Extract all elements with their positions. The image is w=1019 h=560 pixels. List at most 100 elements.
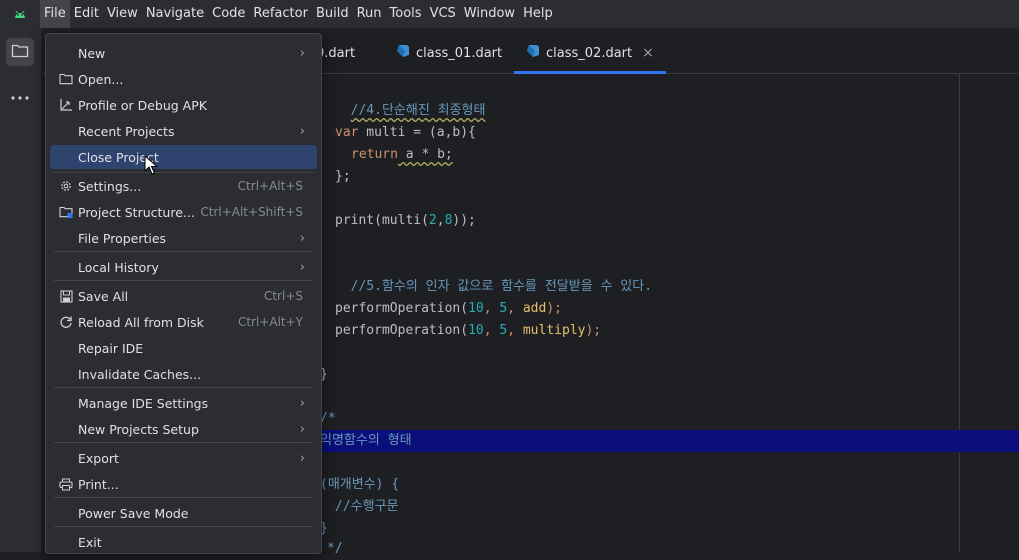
menu-item-label: New bbox=[78, 45, 106, 61]
android-icon[interactable] bbox=[0, 0, 40, 28]
menu-separator bbox=[54, 497, 313, 498]
code-line: var multi = (a,b){ bbox=[335, 122, 476, 144]
code-line: (매개변수) { bbox=[320, 474, 399, 496]
chevron-right-icon: › bbox=[299, 395, 305, 411]
menu-separator bbox=[54, 526, 313, 527]
left-toolbar bbox=[0, 28, 42, 552]
menu-tools[interactable]: Tools bbox=[386, 0, 426, 28]
menu-item-new[interactable]: New › bbox=[50, 41, 317, 65]
comment-text: */ bbox=[327, 541, 343, 556]
mouse-cursor-icon bbox=[144, 154, 159, 179]
menu-item-print[interactable]: Print... bbox=[50, 472, 317, 496]
code-text: performOperation( bbox=[335, 301, 469, 316]
code-line: }; bbox=[335, 166, 351, 188]
menu-item-profile-debug-apk[interactable]: Profile or Debug APK bbox=[50, 93, 317, 117]
menu-window[interactable]: Window bbox=[460, 0, 519, 28]
code-text: )); bbox=[452, 213, 476, 228]
code-text: multi = (a,b){ bbox=[358, 125, 476, 140]
number-literal: 2 bbox=[428, 213, 437, 228]
code-line: //수행구문 bbox=[335, 496, 399, 518]
code-line: performOperation(10, 5, multiply); bbox=[335, 320, 601, 342]
menu-file[interactable]: File bbox=[40, 0, 70, 28]
menu-code[interactable]: Code bbox=[208, 0, 249, 28]
save-icon bbox=[58, 288, 74, 304]
code-text: , bbox=[507, 301, 523, 316]
project-structure-icon bbox=[58, 204, 74, 220]
dart-file-icon bbox=[396, 44, 410, 62]
menu-item-export[interactable]: Export › bbox=[50, 446, 317, 470]
main-menubar: File Edit View Navigate Code Refactor Bu… bbox=[0, 0, 1019, 28]
code-line: return a * b; bbox=[351, 144, 453, 166]
folder-icon bbox=[58, 71, 74, 87]
more-tools-button[interactable] bbox=[6, 80, 34, 108]
folder-icon bbox=[11, 43, 29, 62]
code-text: , bbox=[483, 301, 500, 316]
selected-line-highlight bbox=[320, 430, 1019, 452]
shortcut-label: Ctrl+S bbox=[263, 289, 303, 303]
menu-item-label: Recent Projects bbox=[78, 123, 175, 139]
menu-item-label: Repair IDE bbox=[78, 340, 144, 356]
menu-run[interactable]: Run bbox=[353, 0, 386, 28]
profile-apk-icon bbox=[58, 97, 74, 113]
menu-separator bbox=[54, 251, 313, 252]
code-line: //4.단순해진 최종형태 bbox=[335, 78, 486, 118]
code-line: //5.함수의 인자 값으로 함수를 전달받을 수 있다. bbox=[335, 254, 652, 294]
menu-edit[interactable]: Edit bbox=[70, 0, 103, 28]
menu-item-label: Exit bbox=[78, 534, 102, 550]
comment-text: /* bbox=[320, 411, 336, 426]
menu-item-new-projects-setup[interactable]: New Projects Setup › bbox=[50, 417, 317, 441]
tab-class-01[interactable]: class_01.dart bbox=[396, 33, 502, 73]
menu-build[interactable]: Build bbox=[312, 0, 353, 28]
menu-item-manage-ide-settings[interactable]: Manage IDE Settings › bbox=[50, 391, 317, 415]
chevron-right-icon: › bbox=[299, 421, 305, 437]
right-margin-guide bbox=[959, 74, 960, 552]
menu-vcs[interactable]: VCS bbox=[426, 0, 460, 28]
menu-item-label: Manage IDE Settings bbox=[78, 395, 209, 411]
menu-item-settings[interactable]: Settings... Ctrl+Alt+S bbox=[50, 174, 317, 198]
menu-item-label: Export bbox=[78, 450, 119, 466]
code-line: print(multi(2,8)); bbox=[335, 210, 476, 232]
chevron-right-icon: › bbox=[299, 45, 305, 61]
menu-item-reload-from-disk[interactable]: Reload All from Disk Ctrl+Alt+Y bbox=[50, 310, 317, 334]
menu-item-label: Power Save Mode bbox=[78, 505, 189, 521]
menu-item-save-all[interactable]: Save All Ctrl+S bbox=[50, 284, 317, 308]
menu-item-file-properties[interactable]: File Properties › bbox=[50, 226, 317, 250]
code-text: ); bbox=[585, 323, 602, 338]
comment-text: //수행구문 bbox=[335, 499, 399, 514]
menu-item-local-history[interactable]: Local History › bbox=[50, 255, 317, 279]
comment-text: 익명함수의 형태 bbox=[320, 433, 412, 448]
shortcut-label: Ctrl+Alt+Y bbox=[237, 315, 303, 329]
project-tool-button[interactable] bbox=[6, 38, 34, 66]
tab-class-02[interactable]: class_02.dart × bbox=[514, 33, 666, 74]
keyword: var bbox=[335, 125, 359, 140]
close-icon[interactable]: × bbox=[642, 45, 654, 61]
menu-item-power-save-mode[interactable]: Power Save Mode bbox=[50, 501, 317, 525]
code-text: ); bbox=[546, 301, 562, 316]
menu-view[interactable]: View bbox=[103, 0, 142, 28]
menu-item-open[interactable]: Open... bbox=[50, 67, 317, 91]
code-line: /* bbox=[320, 408, 336, 430]
shortcut-label: Ctrl+Alt+S bbox=[237, 179, 303, 193]
menu-item-label: Settings... bbox=[78, 178, 142, 194]
menu-item-close-project[interactable]: Close Project bbox=[50, 145, 317, 169]
menu-separator bbox=[54, 442, 313, 443]
menu-item-project-structure[interactable]: Project Structure... Ctrl+Alt+Shift+S bbox=[50, 200, 317, 224]
menu-separator bbox=[54, 387, 313, 388]
menu-item-invalidate-caches[interactable]: Invalidate Caches... bbox=[50, 362, 317, 386]
code-text: performOperation( bbox=[335, 323, 469, 338]
menu-refactor[interactable]: Refactor bbox=[249, 0, 312, 28]
comment-text: //4.단순해진 최종형태 bbox=[350, 103, 486, 118]
menu-item-label: Reload All from Disk bbox=[78, 314, 204, 330]
menu-item-label: Print... bbox=[78, 476, 119, 492]
menu-item-exit[interactable]: Exit bbox=[50, 530, 317, 554]
chevron-right-icon: › bbox=[299, 123, 305, 139]
comment-text: (매개변수) { bbox=[320, 477, 400, 492]
menu-item-repair-ide[interactable]: Repair IDE bbox=[50, 336, 317, 360]
chevron-right-icon: › bbox=[299, 450, 305, 466]
tab-label: class_02.dart bbox=[546, 45, 633, 61]
menu-navigate[interactable]: Navigate bbox=[142, 0, 208, 28]
tab-label: class_01.dart bbox=[416, 45, 503, 61]
menu-help[interactable]: Help bbox=[519, 0, 557, 28]
code-line: performOperation(10, 5, add); bbox=[335, 298, 562, 320]
menu-item-recent-projects[interactable]: Recent Projects › bbox=[50, 119, 317, 143]
